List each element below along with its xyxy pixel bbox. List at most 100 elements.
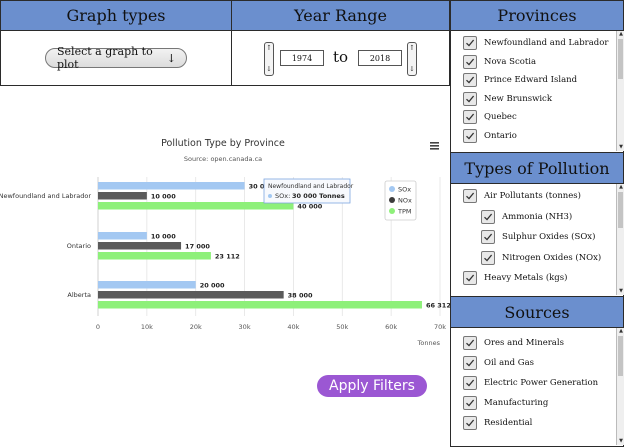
checkbox[interactable] <box>481 209 495 224</box>
pollution-chart: Pollution Type by Province Source: open.… <box>0 138 450 347</box>
provinces-list: ▲ ▼ Newfoundland and Labrador Nova Scotia… <box>450 31 624 153</box>
start-year-stepper[interactable]: ↑ ↓ <box>264 42 274 76</box>
bar-nox[interactable] <box>98 242 182 250</box>
pollution-scrollbar[interactable]: ▲ ▼ <box>616 184 624 295</box>
pollution-item[interactable]: Sulphur Oxides (SOx) <box>481 230 595 244</box>
sources-item[interactable]: Manufacturing <box>463 396 548 410</box>
provinces-item-label: Quebec <box>484 112 517 122</box>
end-year-field[interactable]: 2018 <box>358 50 402 66</box>
provinces-item-label: Nova Scotia <box>484 56 537 67</box>
provinces-item-label: Ontario <box>484 130 517 141</box>
checkbox[interactable] <box>481 250 495 265</box>
scroll-up-icon[interactable]: ▲ <box>617 184 624 191</box>
year-range-header: Year Range <box>231 0 450 31</box>
pollution-item-label: Heavy Metals (kgs) <box>484 273 568 283</box>
graph-type-select-label: Select a graph to plot <box>57 45 153 71</box>
end-year-value: 2018 <box>369 53 391 63</box>
bar-nox[interactable] <box>98 192 147 200</box>
graph-type-select[interactable]: Select a graph to plot ↓ <box>45 45 187 71</box>
arrow-up-icon[interactable]: ↑ <box>409 44 415 53</box>
data-label: 17 000 <box>185 242 210 250</box>
scroll-up-icon[interactable]: ▲ <box>617 31 624 38</box>
pollution-item[interactable]: Nitrogen Oxides (NOx) <box>481 250 602 265</box>
scroll-thumb[interactable] <box>618 39 623 79</box>
x-tick-label: 10k <box>141 323 153 331</box>
tooltip-value: 30 000 Tonnes <box>292 192 345 200</box>
bar-tpm[interactable] <box>98 301 422 309</box>
pollution-item[interactable]: Ammonia (NH3) <box>481 209 572 224</box>
start-year-value: 1974 <box>291 53 313 63</box>
checkbox[interactable] <box>463 91 477 106</box>
data-label: 10 000 <box>151 232 176 240</box>
sources-item[interactable]: Residential <box>463 416 532 430</box>
scroll-down-icon[interactable]: ▼ <box>617 144 624 151</box>
sources-item[interactable]: Ores and Minerals <box>463 336 564 350</box>
checkbox[interactable] <box>463 336 477 350</box>
pollution-item[interactable]: Air Pollutants (tonnes) <box>463 189 581 203</box>
scroll-thumb[interactable] <box>618 336 623 376</box>
tooltip-title: Newfoundland and Labrador <box>268 183 354 190</box>
arrow-up-icon[interactable]: ↑ <box>266 44 272 53</box>
checkbox[interactable] <box>463 36 477 50</box>
provinces-item-label: Newfoundland and Labrador <box>484 38 609 48</box>
bar-sox[interactable] <box>98 232 147 240</box>
checkbox[interactable] <box>463 356 477 370</box>
x-tick-label: 30k <box>239 323 251 331</box>
checkbox[interactable] <box>463 271 477 285</box>
category-label: Ontario <box>67 242 91 250</box>
category-label: Alberta <box>67 291 91 299</box>
arrow-down-icon[interactable]: ↓ <box>266 65 272 74</box>
checkbox[interactable] <box>463 189 477 203</box>
bar-nox[interactable] <box>98 291 284 299</box>
graph-types-title: Graph types <box>66 6 166 25</box>
sources-scrollbar[interactable]: ▲ ▼ <box>616 328 624 445</box>
checkbox[interactable] <box>463 376 477 390</box>
tooltip-series: SOx: <box>275 192 290 200</box>
checkbox[interactable] <box>463 416 477 430</box>
bar-sox[interactable] <box>98 281 196 289</box>
scroll-down-icon[interactable]: ▼ <box>617 288 624 295</box>
pollution-item-label: Nitrogen Oxides (NOx) <box>502 252 602 263</box>
hamburger-menu-icon[interactable] <box>430 142 439 150</box>
provinces-item[interactable]: Prince Edward Island <box>463 73 577 87</box>
checkbox[interactable] <box>463 396 477 410</box>
arrow-down-icon[interactable]: ↓ <box>409 65 415 74</box>
chart-title: Pollution Type by Province <box>161 138 285 149</box>
provinces-item[interactable]: Ontario <box>463 128 517 143</box>
sources-item-label: Electric Power Generation <box>484 378 599 388</box>
provinces-title: Provinces <box>497 6 577 25</box>
sources-header: Sources <box>450 296 624 328</box>
pollution-item[interactable]: Heavy Metals (kgs) <box>463 271 567 285</box>
pollution-title: Types of Pollution <box>464 158 610 178</box>
scroll-thumb[interactable] <box>618 192 623 228</box>
bar-tpm[interactable] <box>98 252 211 260</box>
data-label: 40 000 <box>297 202 322 210</box>
start-year-field[interactable]: 1974 <box>280 50 324 66</box>
checkbox[interactable] <box>463 73 477 87</box>
apply-filters-button[interactable]: Apply Filters <box>317 375 427 397</box>
legend-nox-label[interactable]: NOx <box>398 197 412 205</box>
sources-item[interactable]: Electric Power Generation <box>463 376 598 390</box>
x-tick-label: 60k <box>385 323 397 331</box>
provinces-scrollbar[interactable]: ▲ ▼ <box>616 31 624 151</box>
scroll-down-icon[interactable]: ▼ <box>617 438 624 445</box>
provinces-item-label: New Brunswick <box>484 93 552 104</box>
checkbox[interactable] <box>481 230 495 244</box>
sources-item[interactable]: Oil and Gas <box>463 356 534 370</box>
legend-sox-label[interactable]: SOx <box>398 186 411 194</box>
pollution-item-label: Air Pollutants (tonnes) <box>484 191 581 201</box>
checkbox[interactable] <box>463 128 477 143</box>
provinces-item[interactable]: Newfoundland and Labrador <box>463 36 608 50</box>
checkbox[interactable] <box>463 54 477 69</box>
provinces-item[interactable]: New Brunswick <box>463 91 552 106</box>
tooltip-marker <box>268 194 272 198</box>
checkbox[interactable] <box>463 110 477 124</box>
provinces-item[interactable]: Quebec <box>463 110 517 124</box>
bar-sox[interactable] <box>98 182 245 190</box>
to-label: to <box>333 48 349 66</box>
end-year-stepper[interactable]: ↑ ↓ <box>407 42 417 76</box>
x-tick-label: 0 <box>96 323 100 331</box>
scroll-up-icon[interactable]: ▲ <box>617 328 624 335</box>
provinces-item[interactable]: Nova Scotia <box>463 54 537 69</box>
legend-tpm-label[interactable]: TPM <box>397 208 412 216</box>
